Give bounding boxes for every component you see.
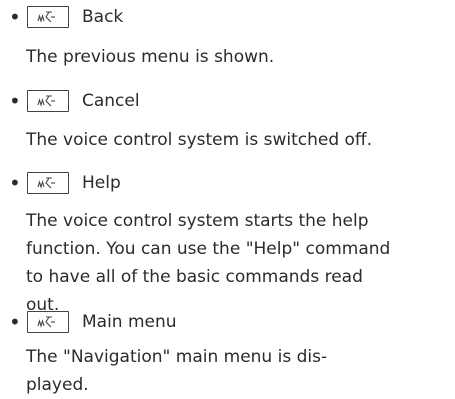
voice-control-icon — [37, 316, 55, 328]
command-entry-cancel: • Cancel — [0, 84, 455, 120]
description-line: to have all of the basic commands read — [26, 267, 363, 287]
command-description: The voice control system is switched off… — [26, 126, 451, 154]
description-line: played. — [26, 375, 89, 395]
command-description: The voice control system starts the help… — [26, 207, 451, 319]
bullet: • — [9, 5, 21, 29]
command-line: • Main menu — [0, 305, 455, 341]
bullet: • — [9, 171, 21, 195]
description-line: The voice control system starts the help — [26, 211, 369, 231]
description-line: The "Navigation" main menu is dis- — [26, 347, 328, 367]
voice-control-icon — [37, 95, 55, 107]
voice-control-key — [27, 6, 69, 28]
command-entry-back: • Back — [0, 0, 455, 36]
command-line: • Help — [0, 166, 455, 202]
command-label: Back — [82, 7, 124, 27]
bullet: • — [9, 310, 21, 334]
command-description: The "Navigation" main menu is dis- playe… — [26, 343, 451, 399]
command-label: Cancel — [82, 91, 140, 111]
command-entry-help: • Help — [0, 166, 455, 202]
command-label: Main menu — [82, 312, 177, 332]
voice-control-key — [27, 90, 69, 112]
command-description: The previous menu is shown. — [26, 43, 451, 71]
description-line: function. You can use the "Help" command — [26, 239, 391, 259]
voice-control-key — [27, 311, 69, 333]
description-line: The previous menu is shown. — [26, 47, 275, 67]
voice-control-icon — [37, 177, 55, 189]
command-line: • Back — [0, 0, 455, 36]
bullet: • — [9, 89, 21, 113]
command-entry-main-menu: • Main menu — [0, 305, 455, 341]
command-label: Help — [82, 173, 121, 193]
description-line: The voice control system is switched off… — [26, 130, 373, 150]
voice-control-key — [27, 172, 69, 194]
voice-control-icon — [37, 11, 55, 23]
command-line: • Cancel — [0, 84, 455, 120]
